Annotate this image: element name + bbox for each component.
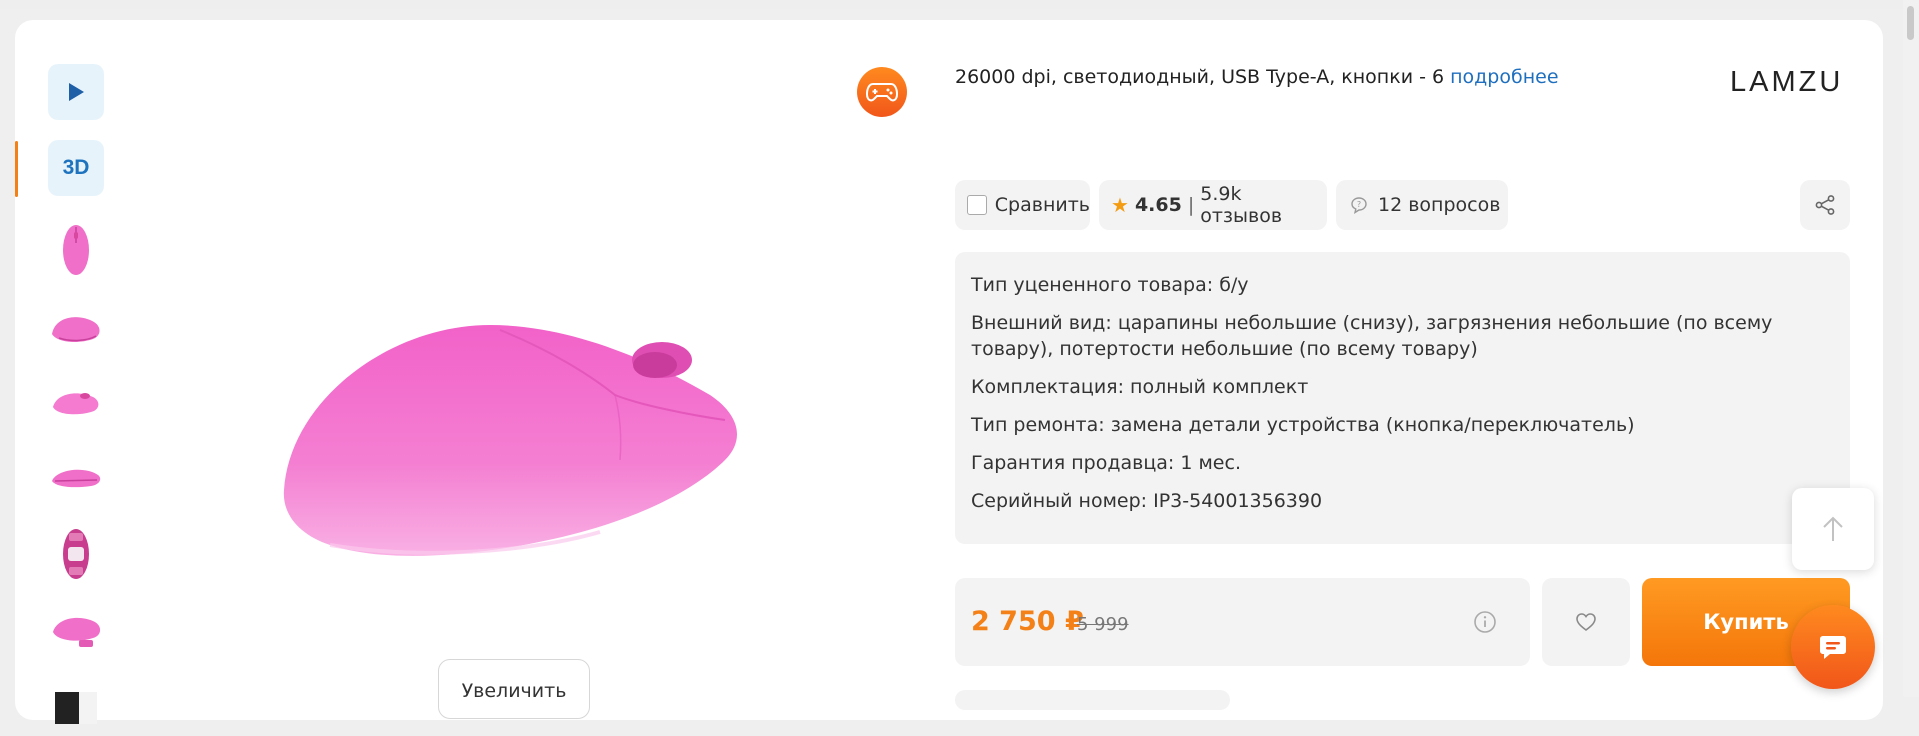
old-price: 5 999 [1077, 614, 1129, 635]
thumbnail-package[interactable] [48, 676, 104, 736]
thumbnail-with-dongle[interactable] [48, 600, 104, 660]
gamepad-icon [866, 83, 898, 102]
price-box: 2 750 ₽ 5 999 [955, 578, 1530, 666]
top-band [0, 0, 1919, 9]
condition-type: Тип уцененного товара: б/у [971, 274, 1249, 296]
thumbnail-side-view-1[interactable] [48, 298, 104, 358]
chat-button[interactable] [1791, 605, 1875, 689]
lower-option-pill[interactable] [955, 690, 1230, 710]
zoom-button[interactable]: Увеличить [438, 659, 590, 719]
rating-value: 4.65 [1134, 194, 1182, 216]
share-button[interactable] [1800, 180, 1850, 230]
play-icon [69, 83, 84, 101]
thumbnail-bottom-view[interactable] [48, 524, 104, 584]
brand-logo[interactable]: LAMZU [1730, 66, 1843, 99]
condition-repair-type: Тип ремонта: замена детали устройства (к… [971, 414, 1635, 436]
compare-label: Сравнить [994, 194, 1090, 216]
buy-label: Купить [1703, 610, 1789, 634]
discount-condition-panel: Тип уцененного товара: б/у Внешний вид: … [955, 252, 1850, 544]
mouse-top-thumb-icon [63, 225, 89, 275]
reviews-count: 5.9k отзывов [1200, 183, 1283, 227]
add-to-favorites-button[interactable] [1542, 578, 1630, 666]
current-price: 2 750 ₽ [971, 606, 1084, 637]
condition-warranty: Гарантия продавца: 1 мес. [971, 452, 1241, 474]
arrow-up-icon [1823, 516, 1843, 541]
chat-bubble-icon [1820, 636, 1846, 659]
mouse-angle-thumb-icon [53, 393, 99, 415]
product-main-image[interactable] [270, 320, 770, 570]
rating-separator: | [1187, 194, 1195, 216]
3d-view-thumbnail[interactable]: 3D [48, 140, 104, 196]
mouse-side-thumb-icon [52, 317, 100, 342]
condition-appearance: Внешний вид: царапины небольшие (снизу),… [971, 312, 1773, 360]
heart-icon [1576, 613, 1596, 632]
condition-serial-number: Серийный номер: IP3-54001356390 [971, 490, 1323, 512]
scroll-to-top-button[interactable] [1792, 488, 1874, 570]
selected-thumbnail-indicator [15, 141, 18, 197]
mouse-profile-thumb-icon [52, 469, 101, 488]
spec-summary-text: 26000 dpi, светодиодный, USB Type-A, кно… [955, 66, 1445, 88]
page-scrollbar[interactable] [1903, 0, 1919, 697]
condition-completeness: Комплектация: полный комплект [971, 376, 1309, 398]
share-icon [1815, 195, 1835, 215]
info-icon[interactable] [1473, 610, 1497, 634]
spec-summary: 26000 dpi, светодиодный, USB Type-A, кно… [955, 66, 1559, 88]
questions-button[interactable]: ? 12 вопросов [1336, 180, 1508, 230]
compare-checkbox[interactable] [967, 195, 987, 215]
video-thumbnail[interactable] [48, 64, 104, 120]
rating-reviews-button[interactable]: ★ 4.65 | 5.9k отзывов [1099, 180, 1327, 230]
thumbnail-side-view-2[interactable] [48, 372, 104, 432]
mouse-dongle-thumb-icon [53, 617, 101, 647]
thumbnail-top-view[interactable] [48, 220, 104, 280]
mouse-bottom-thumb-icon [63, 529, 89, 579]
compare-button[interactable]: Сравнить [955, 180, 1090, 230]
more-details-link[interactable]: подробнее [1450, 66, 1558, 88]
scrollbar-thumb[interactable] [1907, 6, 1914, 40]
gaming-category-badge[interactable] [857, 67, 907, 117]
star-icon: ★ [1111, 193, 1129, 217]
question-bubble-icon: ? [1351, 197, 1367, 214]
package-thumb-icon [55, 692, 97, 724]
thumbnail-side-view-3[interactable] [48, 446, 104, 506]
svg-text:?: ? [1357, 200, 1361, 209]
questions-label: 12 вопросов [1378, 194, 1501, 216]
zoom-label: Увеличить [461, 680, 567, 702]
3d-label: 3D [62, 156, 90, 179]
